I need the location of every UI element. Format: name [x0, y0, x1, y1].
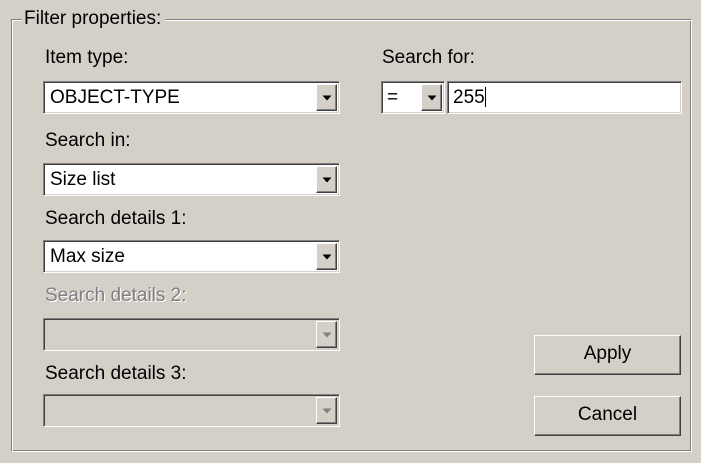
search-value-field[interactable]: 255: [447, 81, 682, 114]
search-value-text: 255: [453, 86, 486, 110]
apply-button[interactable]: Apply: [534, 335, 681, 375]
search-operator-dropdown-button[interactable]: [421, 84, 442, 111]
item-type-label: Item type:: [45, 47, 129, 68]
search-details-2-dropdown-button: [316, 321, 337, 348]
search-operator-select[interactable]: =: [381, 81, 445, 114]
search-details-1-dropdown-button[interactable]: [316, 243, 337, 270]
chevron-down-icon: [322, 177, 331, 182]
search-operator-value: =: [387, 87, 399, 108]
search-in-dropdown-button[interactable]: [316, 166, 337, 193]
item-type-dropdown-button[interactable]: [316, 84, 337, 111]
search-details-1-label: Search details 1:: [45, 208, 187, 229]
chevron-down-icon: [322, 254, 331, 259]
text-cursor: [484, 86, 486, 107]
search-for-label: Search for:: [382, 47, 475, 68]
group-title: Filter properties:: [22, 8, 166, 30]
cancel-button[interactable]: Cancel: [534, 396, 681, 436]
search-in-value: Size list: [50, 169, 116, 190]
search-details-2-label: Search details 2:: [45, 285, 187, 306]
search-value: 255: [453, 87, 485, 108]
search-details-2-select: [43, 318, 340, 351]
chevron-down-icon: [322, 408, 331, 413]
chevron-down-icon: [427, 95, 436, 100]
search-in-select[interactable]: Size list: [43, 163, 340, 196]
item-type-value: OBJECT-TYPE: [50, 87, 180, 108]
search-in-label: Search in:: [45, 130, 131, 151]
search-details-3-label: Search details 3:: [45, 363, 187, 384]
search-details-1-value: Max size: [50, 246, 125, 267]
chevron-down-icon: [322, 332, 331, 337]
search-details-3-dropdown-button: [316, 397, 337, 424]
search-details-3-select: [43, 394, 340, 427]
search-details-1-select[interactable]: Max size: [43, 240, 340, 273]
chevron-down-icon: [322, 95, 331, 100]
item-type-select[interactable]: OBJECT-TYPE: [43, 81, 340, 114]
